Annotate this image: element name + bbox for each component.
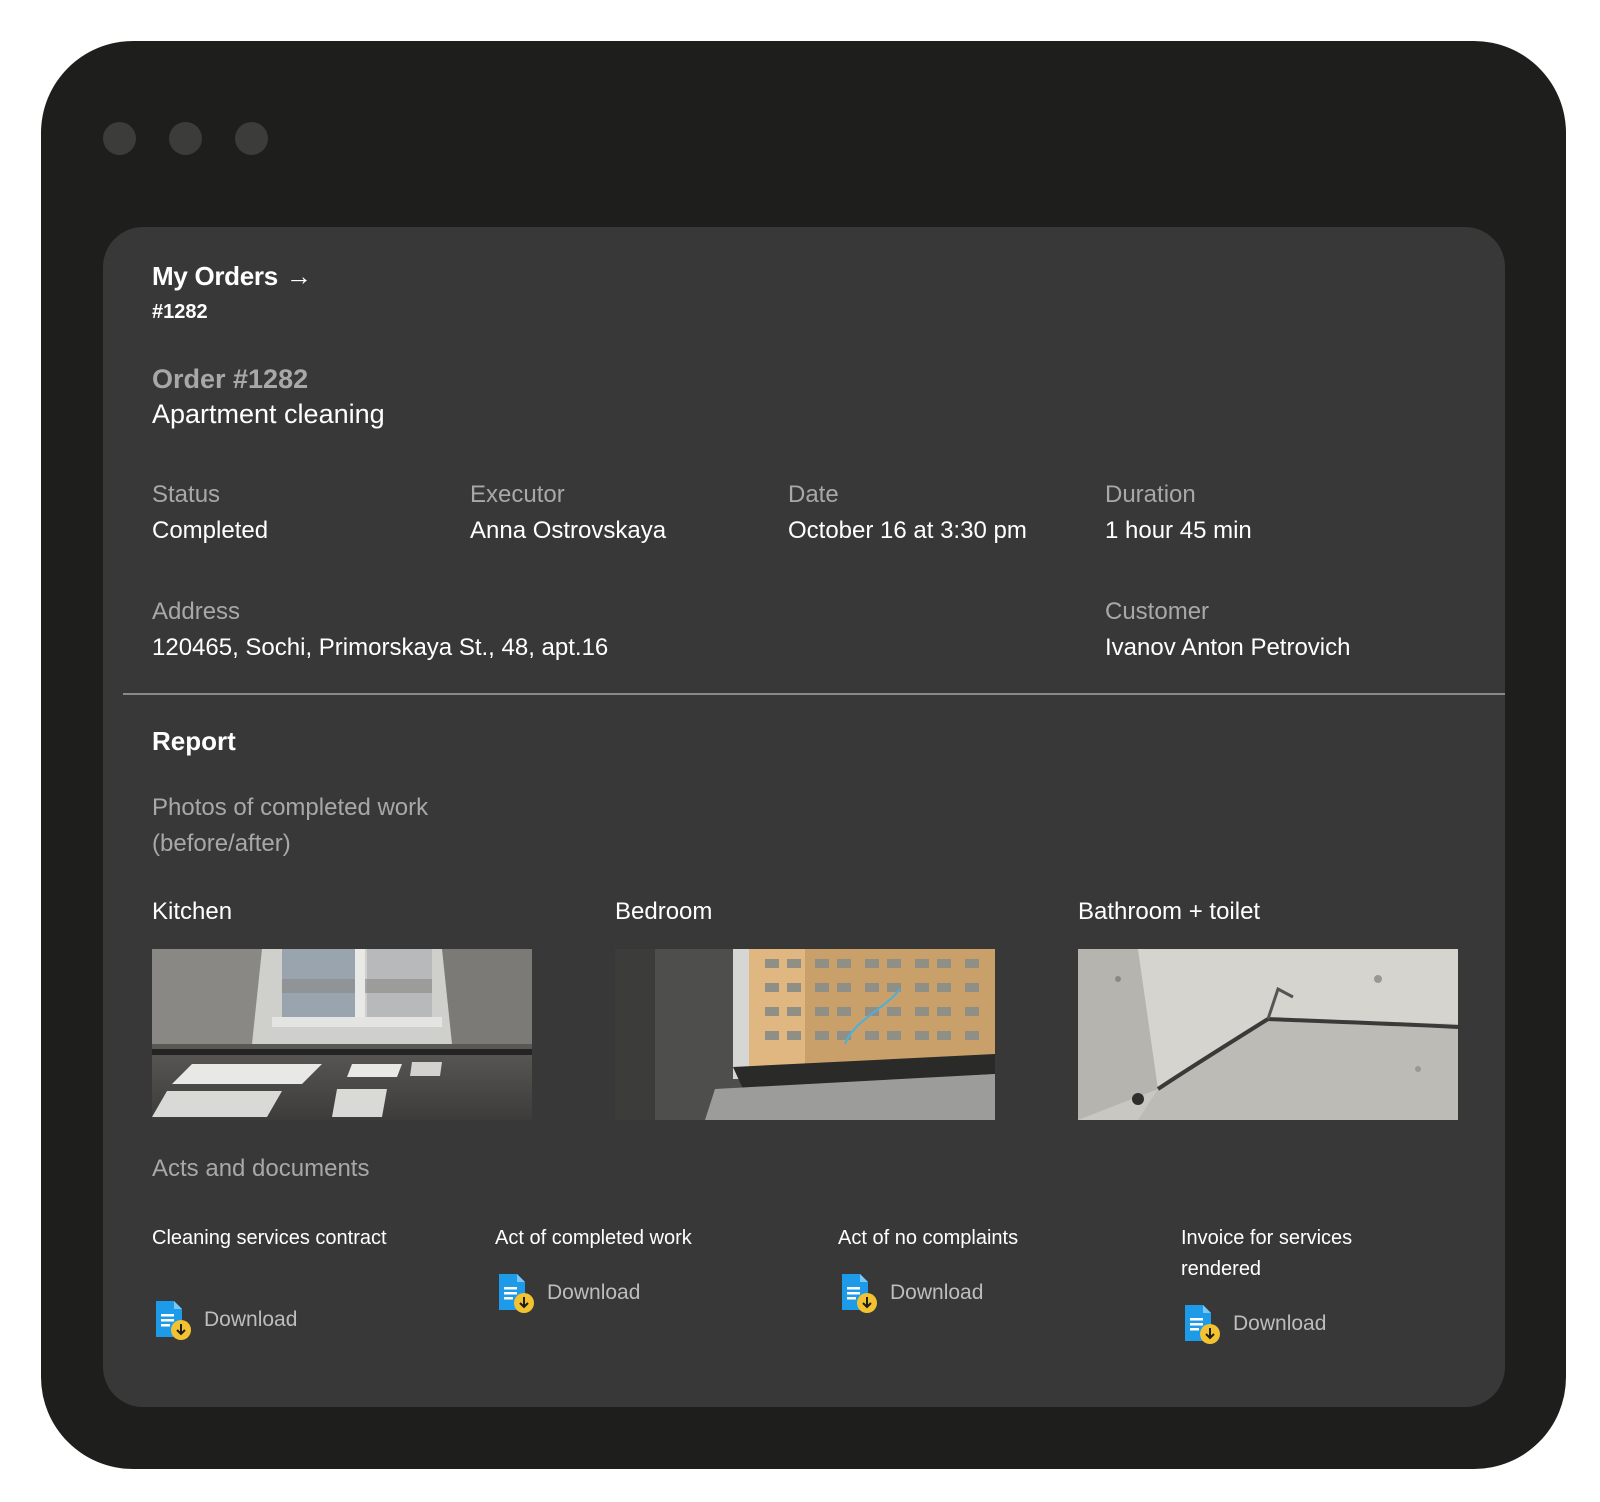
bathroom-photo[interactable] bbox=[1078, 949, 1458, 1120]
document-title: Act of no complaints bbox=[838, 1227, 1019, 1249]
bedroom-photo-image bbox=[615, 949, 995, 1120]
document-download-icon bbox=[499, 1274, 534, 1313]
address-field: Address 120465, Sochi, Primorskaya St., … bbox=[152, 598, 608, 662]
bedroom-photo[interactable] bbox=[615, 949, 995, 1120]
photo-room-label: Bedroom bbox=[615, 898, 713, 925]
executor-label: Executor bbox=[470, 481, 565, 508]
kitchen-photo[interactable] bbox=[152, 949, 532, 1120]
executor-value: Anna Ostrovskaya bbox=[470, 517, 667, 544]
download-label: Download bbox=[204, 1308, 298, 1331]
breadcrumb[interactable]: My Orders → bbox=[152, 261, 312, 292]
status-label: Status bbox=[152, 481, 221, 508]
window-close-dot[interactable] bbox=[103, 122, 136, 155]
report-title: Report bbox=[152, 726, 236, 756]
duration-label: Duration bbox=[1105, 481, 1196, 508]
document-download-icon bbox=[842, 1274, 877, 1313]
date-field: Date October 16 at 3:30 pm bbox=[788, 481, 1027, 545]
status-value: Completed bbox=[152, 517, 269, 544]
download-button[interactable]: Download bbox=[1181, 1303, 1401, 1345]
duration-field: Duration 1 hour 45 min bbox=[1105, 481, 1252, 545]
photo-block-bathroom: Bathroom + toilet bbox=[1078, 898, 1458, 1120]
date-value: October 16 at 3:30 pm bbox=[788, 517, 1027, 544]
document-item: Act of completed work Download bbox=[495, 1223, 755, 1314]
order-title: Apartment cleaning bbox=[152, 399, 385, 429]
order-card: My Orders → #1282 Order #1282 Apartment … bbox=[103, 227, 1505, 1407]
document-download-icon bbox=[1185, 1305, 1220, 1344]
download-button[interactable]: Download bbox=[152, 1299, 412, 1341]
document-download-icon bbox=[156, 1301, 191, 1340]
customer-label: Customer bbox=[1105, 598, 1210, 625]
breadcrumb-parent-link[interactable]: My Orders bbox=[152, 261, 278, 292]
kitchen-photo-image bbox=[152, 949, 532, 1120]
window-minimize-dot[interactable] bbox=[169, 122, 202, 155]
download-label: Download bbox=[1233, 1312, 1327, 1335]
address-label: Address bbox=[152, 598, 241, 625]
photo-block-kitchen: Kitchen bbox=[152, 898, 532, 1120]
date-label: Date bbox=[788, 481, 839, 508]
download-button[interactable]: Download bbox=[495, 1272, 755, 1314]
status-field: Status Completed bbox=[152, 481, 268, 545]
window-controls bbox=[103, 122, 268, 155]
photos-label: Photos of completed work (before/after) bbox=[152, 794, 429, 857]
document-title: Act of completed work bbox=[495, 1227, 692, 1249]
download-label: Download bbox=[890, 1281, 984, 1304]
photo-room-label: Kitchen bbox=[152, 898, 233, 925]
section-divider bbox=[123, 693, 1505, 695]
document-item: Act of no complaints Download bbox=[838, 1223, 1098, 1314]
document-item: Invoice for services rendered Download bbox=[1181, 1223, 1401, 1345]
customer-value: Ivanov Anton Petrovich bbox=[1105, 634, 1351, 661]
address-value: 120465, Sochi, Primorskaya St., 48, apt.… bbox=[152, 634, 609, 661]
photo-room-label: Bathroom + toilet bbox=[1078, 898, 1261, 925]
document-title: Invoice for services rendered bbox=[1181, 1227, 1353, 1280]
document-item: Cleaning services contract Download bbox=[152, 1223, 412, 1341]
photo-block-bedroom: Bedroom bbox=[615, 898, 995, 1120]
executor-field: Executor Anna Ostrovskaya bbox=[470, 481, 666, 545]
arrow-right-icon: → bbox=[285, 261, 312, 291]
document-title: Cleaning services contract bbox=[152, 1227, 387, 1249]
breadcrumb-current: #1282 bbox=[152, 301, 208, 323]
download-label: Download bbox=[547, 1281, 641, 1304]
app-window: My Orders → #1282 Order #1282 Apartment … bbox=[41, 41, 1566, 1469]
download-button[interactable]: Download bbox=[838, 1272, 1098, 1314]
duration-value: 1 hour 45 min bbox=[1105, 517, 1252, 544]
acts-label: Acts and documents bbox=[152, 1155, 370, 1182]
order-number: Order #1282 bbox=[152, 364, 309, 394]
bathroom-photo-image bbox=[1078, 949, 1458, 1120]
customer-field: Customer Ivanov Anton Petrovich bbox=[1105, 598, 1350, 662]
window-maximize-dot[interactable] bbox=[235, 122, 268, 155]
